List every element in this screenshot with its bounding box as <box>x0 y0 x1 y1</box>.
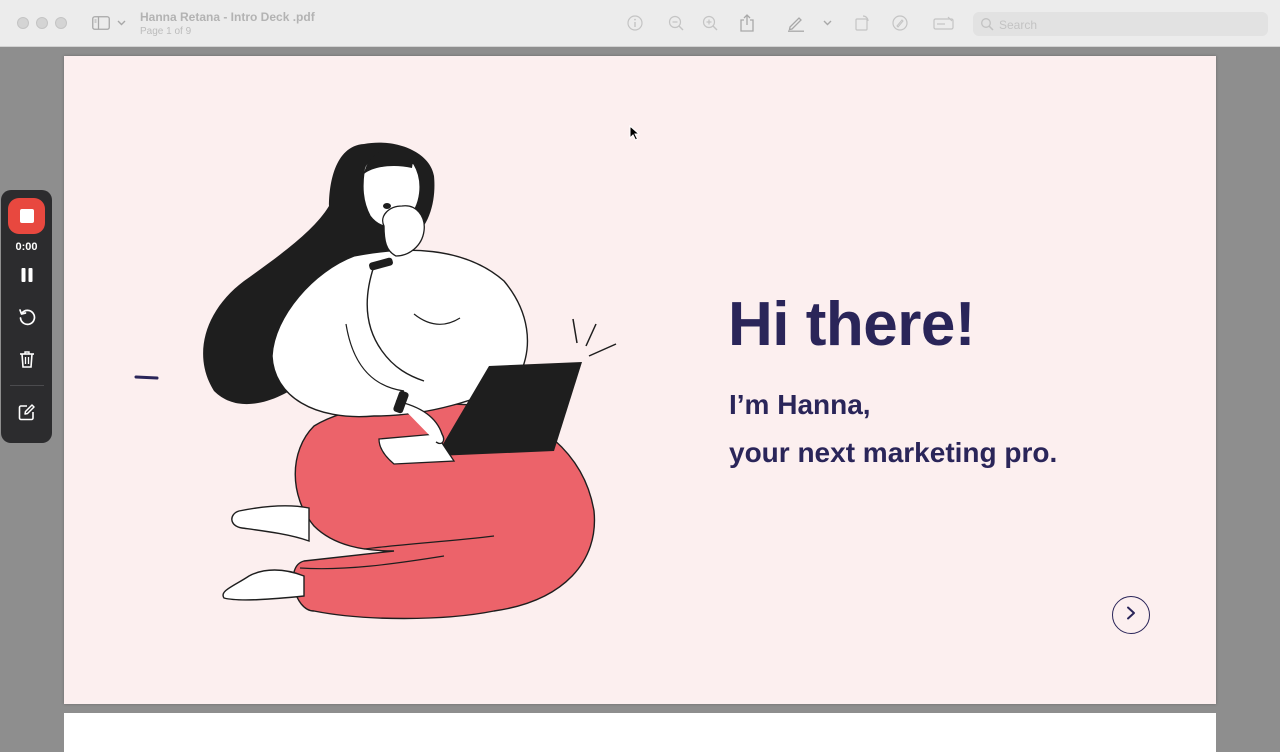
delete-recording-button[interactable] <box>15 349 39 373</box>
panel-divider <box>10 385 44 386</box>
toolbar: Hanna Retana - Intro Deck .pdf Page 1 of… <box>0 0 1280 47</box>
trash-icon <box>19 350 35 373</box>
stop-recording-button[interactable] <box>8 198 45 234</box>
page-indicator: Page 1 of 9 <box>140 26 192 37</box>
chevron-down-icon[interactable] <box>822 13 832 33</box>
document-title: Hanna Retana - Intro Deck .pdf <box>140 10 315 24</box>
minimize-window-button[interactable] <box>36 17 48 29</box>
slide-subtitle-line-1: I’m Hanna, <box>729 389 871 420</box>
restart-icon <box>18 308 36 331</box>
stop-icon <box>19 209 34 223</box>
next-slide-button[interactable] <box>1112 596 1150 634</box>
mouse-cursor-icon <box>629 125 640 141</box>
slide-subtitle-line-2: your next marketing pro. <box>729 437 1058 468</box>
search-icon <box>980 17 994 36</box>
form-fill-icon[interactable] <box>932 13 954 33</box>
pdf-page-1: Hi there! I’m Hanna, your next marketing… <box>64 56 1216 704</box>
chevron-right-icon <box>1125 606 1137 625</box>
chevron-down-icon[interactable] <box>116 13 126 33</box>
pdf-page-2 <box>64 713 1216 752</box>
edit-icon <box>18 403 36 426</box>
zoom-in-icon[interactable] <box>701 13 719 33</box>
zoom-window-button[interactable] <box>55 17 67 29</box>
search-field[interactable] <box>973 12 1268 36</box>
rotate-icon[interactable] <box>853 13 871 33</box>
search-input[interactable] <box>997 15 1261 35</box>
share-icon[interactable] <box>738 13 756 33</box>
slide-heading: Hi there! <box>728 290 975 359</box>
annotate-icon[interactable] <box>891 13 909 33</box>
close-window-button[interactable] <box>17 17 29 29</box>
edit-button[interactable] <box>15 402 39 426</box>
recording-control-panel: 0:00 <box>1 190 52 443</box>
pause-button[interactable] <box>15 265 39 289</box>
recording-timer: 0:00 <box>15 241 38 253</box>
pause-icon <box>20 267 34 288</box>
pdf-viewer-window: Hanna Retana - Intro Deck .pdf Page 1 of… <box>0 0 1280 752</box>
woman-with-laptop-illustration <box>134 142 617 620</box>
markup-pen-icon[interactable] <box>786 13 806 33</box>
info-icon[interactable] <box>626 13 644 33</box>
restart-button[interactable] <box>15 307 39 331</box>
sidebar-toggle-icon[interactable] <box>91 13 111 33</box>
zoom-out-icon[interactable] <box>667 13 685 33</box>
